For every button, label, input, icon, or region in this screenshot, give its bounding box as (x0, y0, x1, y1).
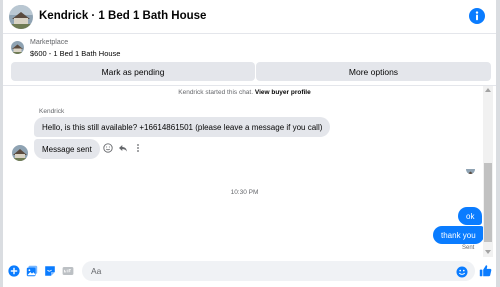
more-dots-icon[interactable] (132, 142, 144, 154)
reply-icon[interactable] (117, 142, 129, 154)
info-icon[interactable] (469, 8, 485, 24)
avatar[interactable] (9, 5, 33, 29)
gif-icon[interactable] (62, 265, 74, 277)
scroll-down-arrow-icon[interactable] (485, 250, 491, 254)
emoji-icon[interactable] (456, 265, 468, 278)
photo-icon[interactable] (26, 265, 38, 277)
chat-scrollbar[interactable] (483, 86, 493, 257)
window-frame-right (496, 0, 500, 287)
plus-icon[interactable] (8, 265, 20, 277)
sender-avatar[interactable] (12, 145, 28, 161)
message-timestamp: 10:30 PM (230, 189, 259, 196)
thumbs-up-icon[interactable] (479, 264, 492, 277)
smile-reaction-icon[interactable] (102, 142, 114, 154)
view-buyer-profile-link[interactable]: View buyer profile (255, 89, 311, 96)
sender-name: Kendrick (39, 108, 65, 115)
message-input[interactable] (82, 261, 475, 281)
message-composer (3, 257, 496, 287)
chat-start-notice: Kendrick started this chat. View buyer p… (3, 89, 486, 96)
outgoing-message[interactable]: ok (458, 207, 483, 225)
seen-avatar (466, 165, 475, 174)
scrollbar-thumb[interactable] (484, 163, 492, 242)
listing-title[interactable]: $600 - 1 Bed 1 Bath House (30, 49, 120, 58)
listing-banner: Marketplace $600 - 1 Bed 1 Bath House Ma… (3, 34, 496, 86)
delivery-status: Sent (462, 245, 475, 251)
sticker-icon[interactable] (44, 265, 56, 277)
scroll-up-arrow-icon[interactable] (485, 88, 491, 92)
outgoing-message[interactable]: thank you (433, 226, 484, 244)
chat-start-text: Kendrick started this chat. (178, 89, 254, 96)
incoming-message[interactable]: Message sent (34, 139, 100, 159)
page-title: Kendrick · 1 Bed 1 Bath House (39, 10, 207, 22)
marketplace-label: Marketplace (30, 39, 69, 46)
listing-thumbnail[interactable] (11, 41, 24, 54)
chat-header: Kendrick · 1 Bed 1 Bath House (3, 0, 496, 34)
mark-as-pending-button[interactable]: Mark as pending (11, 62, 255, 81)
incoming-message[interactable]: Hello, is this still available? +1661486… (34, 117, 331, 137)
message-thread: Kendrick started this chat. View buyer p… (3, 86, 496, 257)
more-options-button[interactable]: More options (256, 62, 491, 81)
